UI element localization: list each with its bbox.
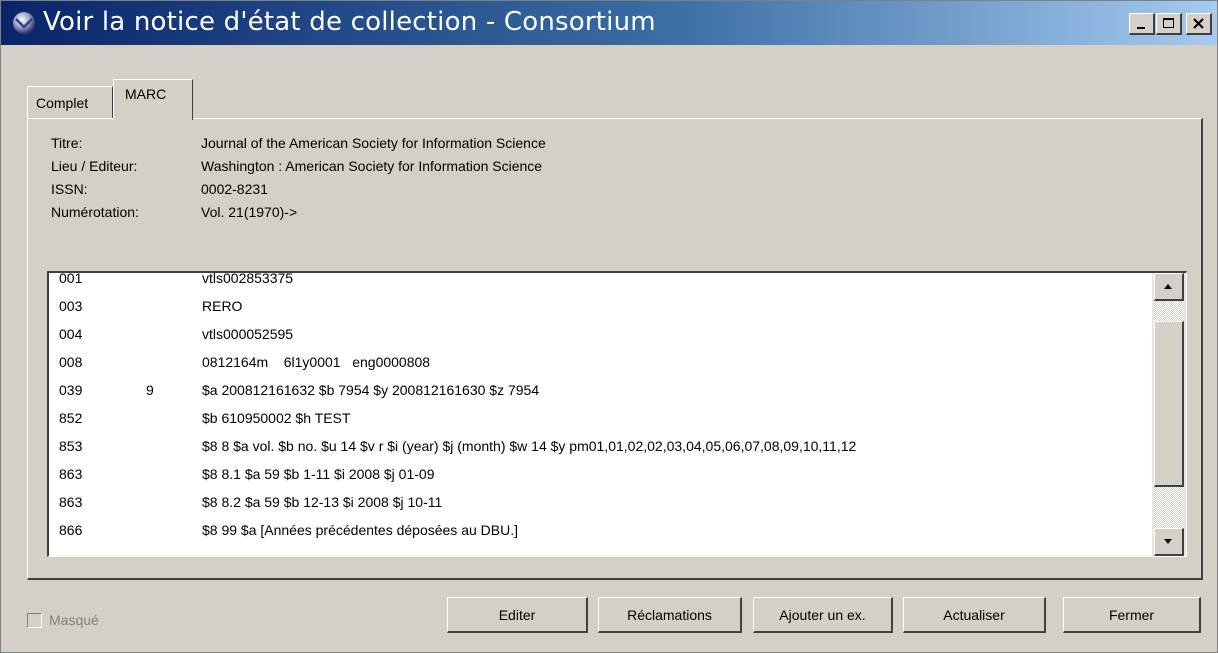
- scroll-track[interactable]: [1154, 487, 1184, 528]
- field-content: $8 8.1 $a 59 $b 1-11 $i 2008 $j 01-09: [202, 466, 435, 482]
- marc-fields-list[interactable]: 001 vtls002853375 003 RERO 004 vtls00005…: [47, 271, 1187, 557]
- field-tag: 004: [59, 326, 83, 342]
- hidden-checkbox[interactable]: [27, 613, 42, 628]
- field-content: RERO: [202, 298, 243, 314]
- publisher-label: Lieu / Editeur:: [51, 158, 138, 174]
- tab-complet[interactable]: Complet: [27, 86, 113, 118]
- minimize-button[interactable]: [1129, 13, 1155, 35]
- table-row[interactable]: 866 $8 99 $a [Années précédentes déposée…: [49, 518, 1149, 546]
- field-content: 0812164m 6l1y0001 eng0000808: [202, 354, 431, 370]
- publisher-value: Washington : American Society for Inform…: [201, 158, 543, 174]
- field-tag: 866: [59, 522, 83, 538]
- title-value: Journal of the American Society for Info…: [201, 135, 546, 151]
- close-window-button[interactable]: Fermer: [1063, 597, 1201, 633]
- vertical-scrollbar[interactable]: [1152, 273, 1186, 556]
- edit-button[interactable]: Editer: [447, 597, 588, 633]
- issn-value: 0002-8231: [201, 181, 268, 197]
- scroll-up-button[interactable]: [1154, 273, 1184, 301]
- table-row[interactable]: 852 $b 610950002 $h TEST: [49, 406, 1149, 434]
- field-content: $8 8 $a vol. $b no. $u 14 $v r $i (year)…: [202, 438, 857, 454]
- table-row[interactable]: 003 RERO: [49, 294, 1149, 322]
- window-title: Voir la notice d'état de collection - Co…: [43, 7, 656, 37]
- scroll-thumb[interactable]: [1154, 321, 1184, 487]
- close-button[interactable]: [1186, 13, 1212, 35]
- add-copy-button[interactable]: Ajouter un ex.: [753, 597, 893, 633]
- field-indicator: 9: [146, 382, 154, 398]
- maximize-button[interactable]: [1156, 13, 1182, 35]
- app-icon: [13, 12, 35, 34]
- field-content: $a 200812161632 $b 7954 $y 200812161630 …: [202, 382, 540, 398]
- field-tag: 003: [59, 298, 83, 314]
- claims-button[interactable]: Réclamations: [598, 597, 742, 633]
- numbering-value: Vol. 21(1970)->: [201, 204, 298, 220]
- hidden-checkbox-label: Masqué: [49, 612, 99, 628]
- field-content: vtls000052595: [202, 326, 294, 342]
- field-content: $b 610950002 $h TEST: [202, 410, 351, 426]
- table-row[interactable]: 853 $8 8 $a vol. $b no. $u 14 $v r $i (y…: [49, 434, 1149, 462]
- title-label: Titre:: [51, 135, 83, 151]
- field-tag: 039: [59, 382, 83, 398]
- field-tag: 852: [59, 410, 83, 426]
- field-content: vtls002853375: [202, 271, 294, 286]
- minimize-icon: [1137, 27, 1145, 29]
- numbering-label: Numérotation:: [51, 204, 139, 220]
- tab-marc[interactable]: MARC: [113, 79, 193, 120]
- field-content: $8 99 $a [Années précédentes déposées au…: [202, 522, 518, 538]
- issn-label: ISSN:: [51, 181, 88, 197]
- table-row[interactable]: 001 vtls002853375: [49, 271, 1149, 294]
- field-tag: 853: [59, 438, 83, 454]
- close-icon: [1193, 18, 1204, 29]
- table-row[interactable]: 863 $8 8.1 $a 59 $b 1-11 $i 2008 $j 01-0…: [49, 462, 1149, 490]
- scroll-track[interactable]: [1154, 301, 1184, 321]
- field-tag: 008: [59, 354, 83, 370]
- title-bar[interactable]: Voir la notice d'état de collection - Co…: [1, 1, 1217, 45]
- arrow-down-icon: [1164, 539, 1172, 544]
- refresh-button[interactable]: Actualiser: [903, 597, 1046, 633]
- scroll-down-button[interactable]: [1154, 528, 1184, 556]
- field-content: $8 8.2 $a 59 $b 12-13 $i 2008 $j 10-11: [202, 494, 443, 510]
- dialog-window: Voir la notice d'état de collection - Co…: [0, 0, 1218, 653]
- marc-tab-panel: Titre: Journal of the American Society f…: [27, 118, 1203, 580]
- field-tag: 001: [59, 271, 83, 286]
- arrow-up-icon: [1164, 284, 1172, 289]
- field-tag: 863: [59, 494, 83, 510]
- table-row[interactable]: 039 9 $a 200812161632 $b 7954 $y 2008121…: [49, 378, 1149, 406]
- table-row[interactable]: 008 0812164m 6l1y0001 eng0000808: [49, 350, 1149, 378]
- field-tag: 863: [59, 466, 83, 482]
- table-row[interactable]: 863 $8 8.2 $a 59 $b 12-13 $i 2008 $j 10-…: [49, 490, 1149, 518]
- tab-label: MARC: [125, 86, 167, 102]
- table-row[interactable]: 004 vtls000052595: [49, 322, 1149, 350]
- tab-label: Complet: [36, 95, 89, 111]
- maximize-icon: [1163, 18, 1174, 28]
